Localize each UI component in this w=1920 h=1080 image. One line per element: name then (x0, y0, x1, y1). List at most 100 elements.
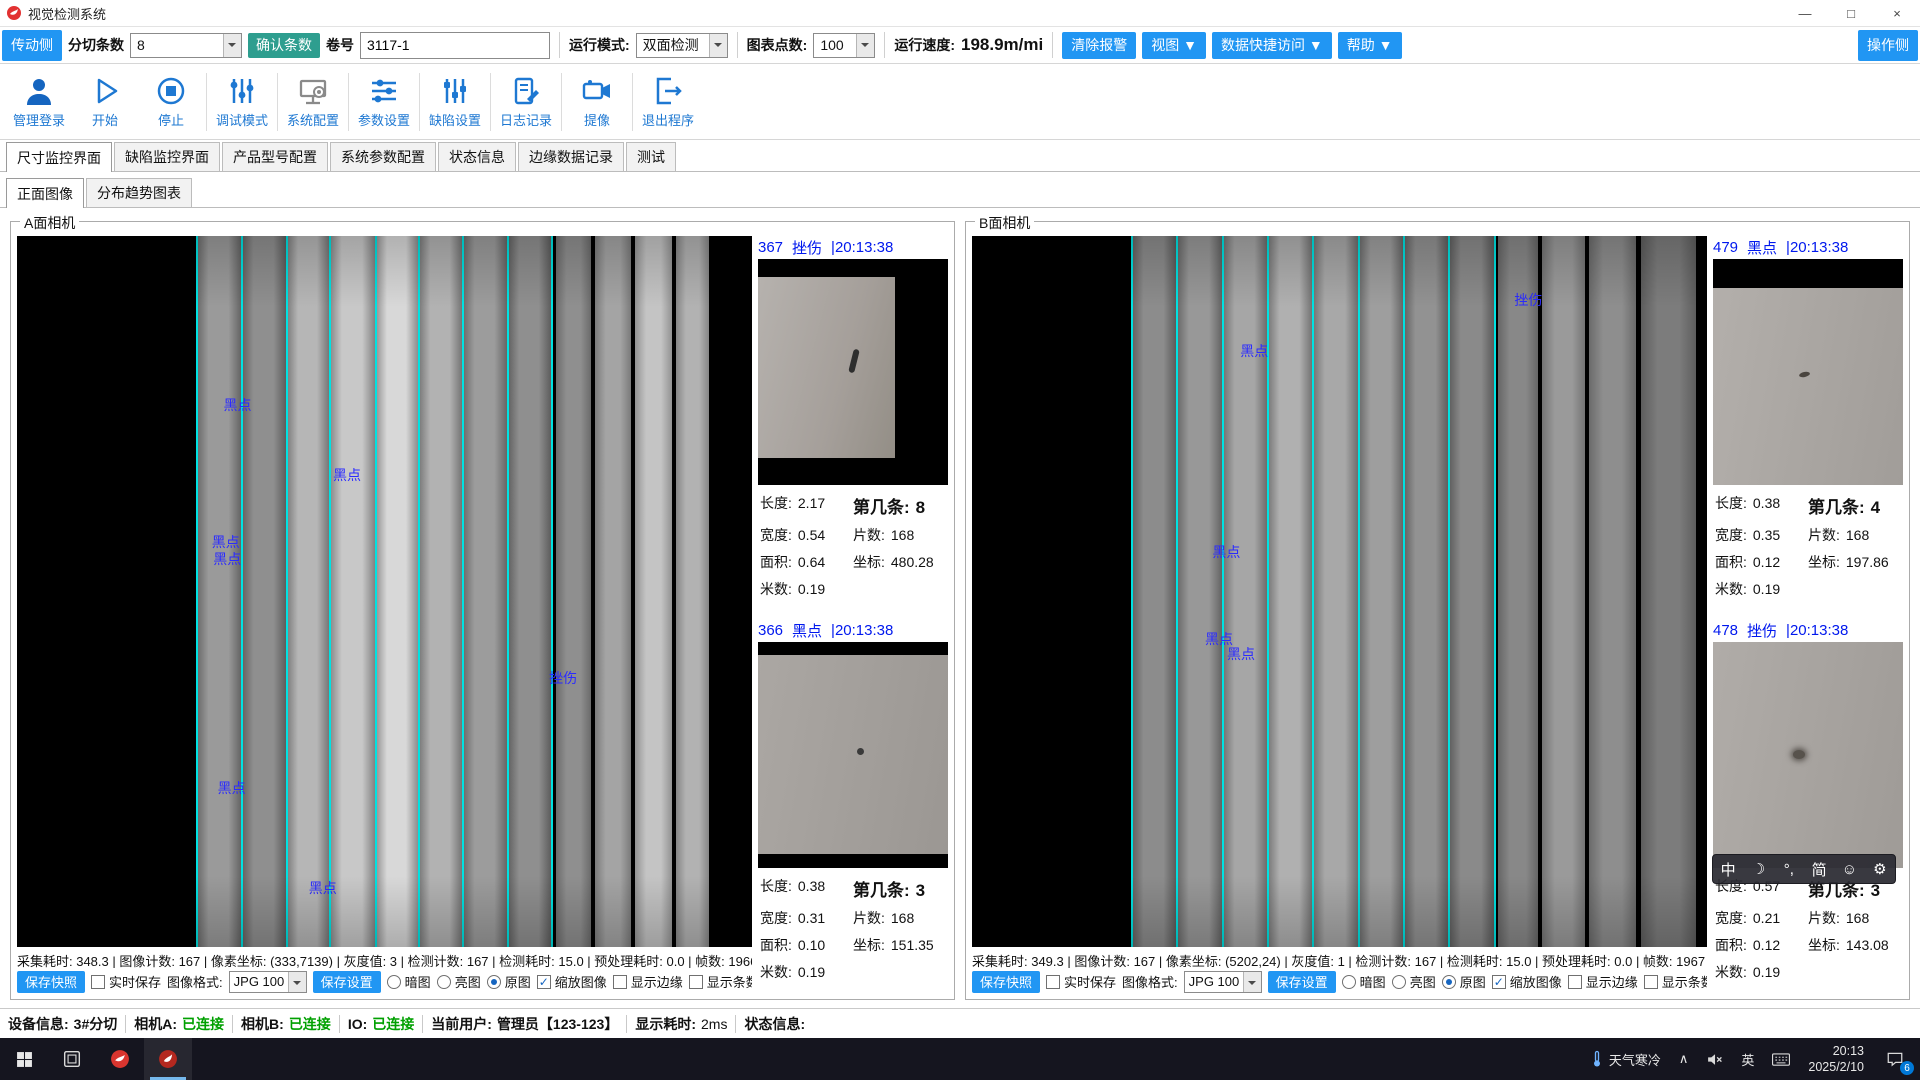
close-button[interactable]: × (1874, 0, 1920, 26)
tab-system-parameter-config[interactable]: 系统参数配置 (330, 142, 436, 171)
checkbox-icon (689, 975, 703, 989)
defect-thumbnail[interactable] (1713, 642, 1903, 868)
checkbox-icon (1492, 975, 1506, 989)
dark-image-radio[interactable]: 暗图 (1342, 972, 1386, 991)
zoom-image-checkbox[interactable]: 缩放图像 (537, 972, 607, 991)
tray-expand-chevron[interactable]: ∧ (1671, 1038, 1697, 1080)
tab-product-model-config[interactable]: 产品型号配置 (222, 142, 328, 171)
run-mode-select[interactable]: 双面检测 (636, 33, 728, 58)
taskbar-clock[interactable]: 20:13 2025/2/10 (1800, 1038, 1872, 1080)
start-button[interactable] (0, 1038, 48, 1080)
tab-front-image[interactable]: 正面图像 (6, 178, 84, 208)
material-strip (196, 236, 242, 947)
defect-stats: 长度:0.38 第几条:4 宽度:0.35 片数:168 面积:0.12 坐标:… (1713, 485, 1903, 613)
show-edge-checkbox[interactable]: 显示边缘 (613, 972, 683, 991)
material-band (1641, 236, 1696, 947)
image-format-select[interactable]: JPG 100 (1184, 971, 1262, 993)
defect-thumbnail[interactable] (758, 259, 948, 485)
admin-login-button[interactable]: 管理登录 (6, 67, 72, 137)
defect-header[interactable]: 366 黑点 |20:13:38 (758, 619, 948, 642)
save-snapshot-button[interactable]: 保存快照 (17, 971, 85, 993)
title-bar: 视觉检测系统 — □ × (0, 0, 1920, 26)
help-menu-button[interactable]: 帮助 ▼ (1338, 32, 1402, 59)
taskbar-app-vision-system[interactable] (144, 1038, 192, 1080)
exit-program-button[interactable]: 退出程序 (635, 67, 701, 137)
ime-emoji-icon[interactable]: ☺ (1839, 861, 1859, 878)
camera-b-image[interactable]: 挫伤黑点黑点黑点黑点 (972, 236, 1707, 947)
stat-label: 面积: (760, 552, 792, 572)
slit-boundary-line (1176, 236, 1178, 947)
task-view-button[interactable] (48, 1038, 96, 1080)
roll-number-input[interactable] (360, 32, 550, 59)
defect-header[interactable]: 479 黑点 |20:13:38 (1713, 236, 1903, 259)
camera-b-image-controls: 保存快照 实时保存 图像格式: JPG 100 保存设置 暗图 亮图 原图 缩放… (972, 968, 1707, 995)
stat-value: 168 (1846, 527, 1869, 543)
bright-image-radio[interactable]: 亮图 (1392, 972, 1436, 991)
defect-thumbnail[interactable] (1713, 259, 1903, 485)
tab-status-info[interactable]: 状态信息 (438, 142, 516, 171)
windows-logo-icon (16, 1051, 33, 1068)
minimize-button[interactable]: — (1782, 0, 1828, 26)
clear-alarm-button[interactable]: 清除报警 (1062, 32, 1136, 59)
zoom-image-checkbox[interactable]: 缩放图像 (1492, 972, 1562, 991)
debug-mode-button[interactable]: 调试模式 (209, 67, 275, 137)
parameter-settings-button[interactable]: 参数设置 (351, 67, 417, 137)
defect-thumbnail[interactable] (758, 642, 948, 868)
save-snapshot-button[interactable]: 保存快照 (972, 971, 1040, 993)
tab-edge-data-record[interactable]: 边缘数据记录 (518, 142, 624, 171)
weather-widget[interactable]: 天气寒冷 (1582, 1038, 1669, 1080)
tab-distribution-trend-chart[interactable]: 分布趋势图表 (86, 178, 192, 207)
system-config-button[interactable]: 系统配置 (280, 67, 346, 137)
touch-keyboard-button[interactable] (1764, 1038, 1798, 1080)
ime-mode-chinese[interactable]: 中 (1718, 859, 1738, 880)
log-record-button[interactable]: 日志记录 (493, 67, 559, 137)
quick-data-access-menu-button[interactable]: 数据快捷访问 ▼ (1212, 32, 1332, 59)
dark-image-radio[interactable]: 暗图 (387, 972, 431, 991)
capture-image-button[interactable]: 提像 (564, 67, 630, 137)
realtime-save-checkbox[interactable]: 实时保存 (1046, 972, 1116, 991)
toolbar-separator (632, 73, 633, 131)
show-edge-checkbox[interactable]: 显示边缘 (1568, 972, 1638, 991)
tab-size-monitor[interactable]: 尺寸监控界面 (6, 142, 112, 172)
show-strip-count-checkbox[interactable]: 显示条数 (1644, 972, 1707, 991)
keyboard-icon (1772, 1052, 1790, 1067)
defect-photo-region (1713, 642, 1903, 868)
pinned-app-icon[interactable] (96, 1038, 144, 1080)
save-settings-button[interactable]: 保存设置 (313, 971, 381, 993)
ime-settings-gear-icon[interactable]: ⚙ (1870, 860, 1890, 878)
tab-defect-monitor[interactable]: 缺陷监控界面 (114, 142, 220, 171)
run-speed-label: 运行速度: (894, 35, 955, 55)
stat-value: 0.64 (798, 554, 825, 570)
operate-side-button[interactable]: 操作侧 (1858, 30, 1918, 61)
drive-side-button[interactable]: 传动侧 (2, 30, 62, 61)
view-menu-button[interactable]: 视图 ▼ (1142, 32, 1206, 59)
slit-boundary-line (375, 236, 377, 947)
defect-header[interactable]: 367 挫伤 |20:13:38 (758, 236, 948, 259)
image-format-select[interactable]: JPG 100 (229, 971, 307, 993)
chart-points-select[interactable]: 100 (813, 33, 875, 58)
camera-a-image[interactable]: 黑点黑点黑点黑点挫伤黑点黑点 (17, 236, 752, 947)
save-settings-button[interactable]: 保存设置 (1268, 971, 1336, 993)
stat-value: 0.19 (798, 581, 825, 597)
checkbox-label: 实时保存 (109, 972, 161, 991)
volume-muted-button[interactable] (1698, 1038, 1731, 1080)
defect-settings-button[interactable]: 缺陷设置 (422, 67, 488, 137)
original-image-radio[interactable]: 原图 (1442, 972, 1486, 991)
bright-image-radio[interactable]: 亮图 (437, 972, 481, 991)
original-image-radio[interactable]: 原图 (487, 972, 531, 991)
slit-count-select[interactable]: 8 (130, 33, 242, 58)
action-center-button[interactable]: 6 (1874, 1038, 1916, 1080)
realtime-save-checkbox[interactable]: 实时保存 (91, 972, 161, 991)
show-strip-count-checkbox[interactable]: 显示条数 (689, 972, 752, 991)
maximize-button[interactable]: □ (1828, 0, 1874, 26)
defect-header[interactable]: 478 挫伤 |20:13:38 (1713, 619, 1903, 642)
material-strip (1131, 236, 1176, 947)
confirm-count-button[interactable]: 确认条数 (248, 33, 320, 58)
input-language-indicator[interactable]: 英 (1733, 1038, 1762, 1080)
ime-punctuation-toggle[interactable]: °, (1779, 861, 1799, 878)
stop-button[interactable]: 停止 (138, 67, 204, 137)
start-button[interactable]: 开始 (72, 67, 138, 137)
ime-simplified-toggle[interactable]: 简 (1809, 859, 1829, 880)
tab-test[interactable]: 测试 (626, 142, 676, 171)
ime-fullwidth-moon-icon[interactable]: ☽ (1748, 860, 1768, 878)
